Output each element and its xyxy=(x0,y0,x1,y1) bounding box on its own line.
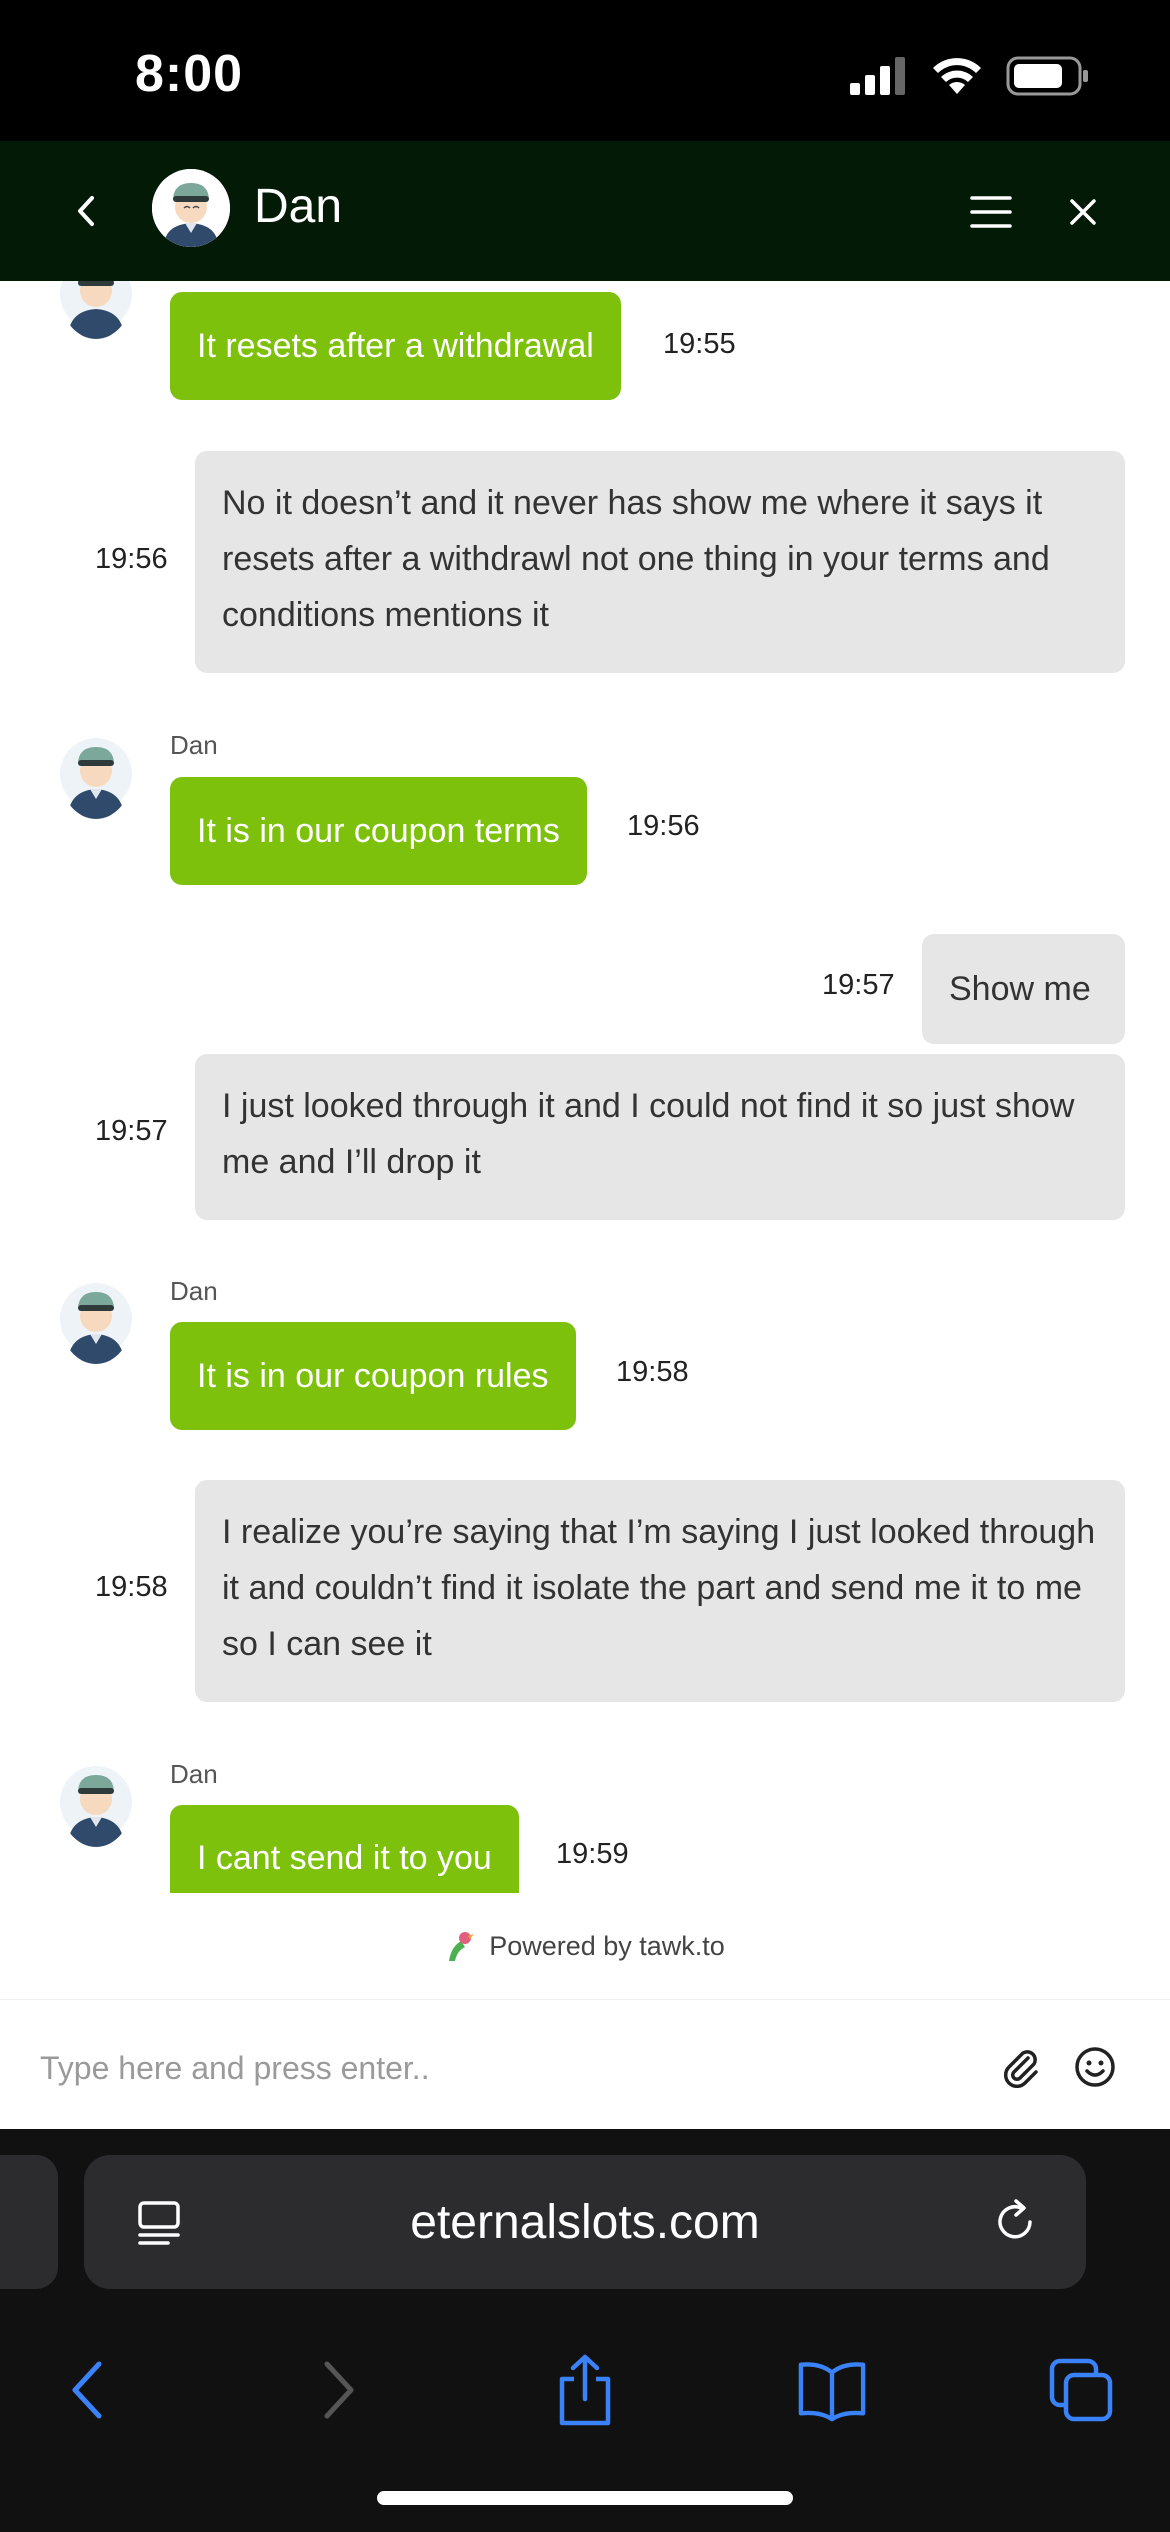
agent-avatar xyxy=(152,169,230,247)
agent-message-bubble: I cant send it to you xyxy=(170,1805,519,1893)
home-indicator[interactable] xyxy=(377,2491,793,2505)
status-bar: 8:00 xyxy=(0,0,1170,141)
share-icon xyxy=(559,2354,611,2426)
agent-avatar-icon xyxy=(60,1766,132,1847)
agent-avatar-small xyxy=(60,1274,132,1364)
tabs-icon xyxy=(1049,2358,1113,2422)
user-message-bubble: Show me xyxy=(922,934,1125,1044)
close-icon xyxy=(1070,199,1096,225)
agent-message-bubble: It resets after a withdrawal xyxy=(170,292,621,400)
agent-avatar-icon xyxy=(60,738,132,819)
sender-name: Dan xyxy=(170,1759,218,1789)
browser-forward-button[interactable] xyxy=(304,2355,374,2425)
chevron-left-icon xyxy=(78,196,94,226)
agent-avatar-small xyxy=(60,729,132,819)
powered-by[interactable]: Powered by tawk.to xyxy=(0,1893,1170,1999)
tawk-logo-icon xyxy=(449,1932,475,1961)
chat-header: Dan xyxy=(0,141,1170,281)
message-timestamp: 19:56 xyxy=(95,543,168,575)
wifi-icon xyxy=(933,58,981,94)
previous-tab-preview[interactable] xyxy=(0,2155,58,2289)
paperclip-icon xyxy=(1003,2050,1038,2088)
agent-avatar-icon xyxy=(60,1283,132,1364)
browser-toolbar xyxy=(0,2325,1170,2445)
message-timestamp: 19:58 xyxy=(616,1356,689,1388)
message-timestamp: 19:59 xyxy=(556,1838,629,1870)
hamburger-menu-icon xyxy=(970,196,1012,228)
message-timestamp: 19:55 xyxy=(663,328,736,360)
agent-avatar-icon xyxy=(152,169,230,247)
status-time: 8:00 xyxy=(135,45,244,103)
user-message-bubble: No it doesn’t and it never has show me w… xyxy=(195,451,1125,673)
message-composer xyxy=(0,1999,1170,2129)
message-timestamp: 19:57 xyxy=(822,969,895,1001)
browser-back-button[interactable] xyxy=(52,2355,122,2425)
attach-file-button[interactable] xyxy=(996,2042,1046,2092)
tabs-button[interactable] xyxy=(1046,2355,1116,2425)
reload-icon xyxy=(998,2199,1032,2239)
page-menu-icon xyxy=(138,2201,180,2245)
message-list[interactable]: It resets after a withdrawal 19:55 19:56… xyxy=(0,281,1170,1893)
agent-avatar-small xyxy=(60,281,132,339)
close-button[interactable] xyxy=(1056,185,1110,239)
message-timestamp: 19:56 xyxy=(627,810,700,842)
agent-name: Dan xyxy=(254,180,343,233)
chevron-left-icon xyxy=(72,2361,102,2419)
user-message-bubble: I realize you’re saying that I’m saying … xyxy=(195,1480,1125,1702)
emoji-button[interactable] xyxy=(1070,2042,1120,2092)
message-timestamp: 19:58 xyxy=(95,1571,168,1603)
agent-message-bubble: It is in our coupon terms xyxy=(170,777,587,885)
agent-avatar-small xyxy=(60,1757,132,1847)
reload-button[interactable] xyxy=(988,2195,1042,2249)
address-bar[interactable]: eternalslots.com xyxy=(84,2155,1086,2289)
agent-message-bubble: It is in our coupon rules xyxy=(170,1322,576,1430)
sender-name: Dan xyxy=(170,1276,218,1306)
smiley-icon xyxy=(1075,2047,1115,2087)
sender-name: Dan xyxy=(170,730,218,760)
url-text: eternalslots.com xyxy=(410,2195,760,2249)
agent-avatar-icon xyxy=(60,281,132,339)
powered-by-text: Powered by tawk.to xyxy=(489,1930,725,1961)
book-icon xyxy=(798,2362,866,2422)
status-icons xyxy=(850,56,1090,96)
page-menu-button[interactable] xyxy=(132,2195,186,2249)
battery-icon xyxy=(1006,56,1088,96)
chevron-right-icon xyxy=(324,2361,354,2419)
share-button[interactable] xyxy=(550,2354,620,2426)
bookmarks-button[interactable] xyxy=(797,2355,867,2425)
cellular-signal-icon xyxy=(850,57,905,95)
menu-button[interactable] xyxy=(964,185,1018,239)
message-input[interactable] xyxy=(40,2036,940,2100)
back-button[interactable] xyxy=(60,185,112,237)
user-message-bubble: I just looked through it and I could not… xyxy=(195,1054,1125,1220)
message-timestamp: 19:57 xyxy=(95,1115,168,1147)
browser-chrome: eternalslots.com xyxy=(0,2129,1170,2532)
